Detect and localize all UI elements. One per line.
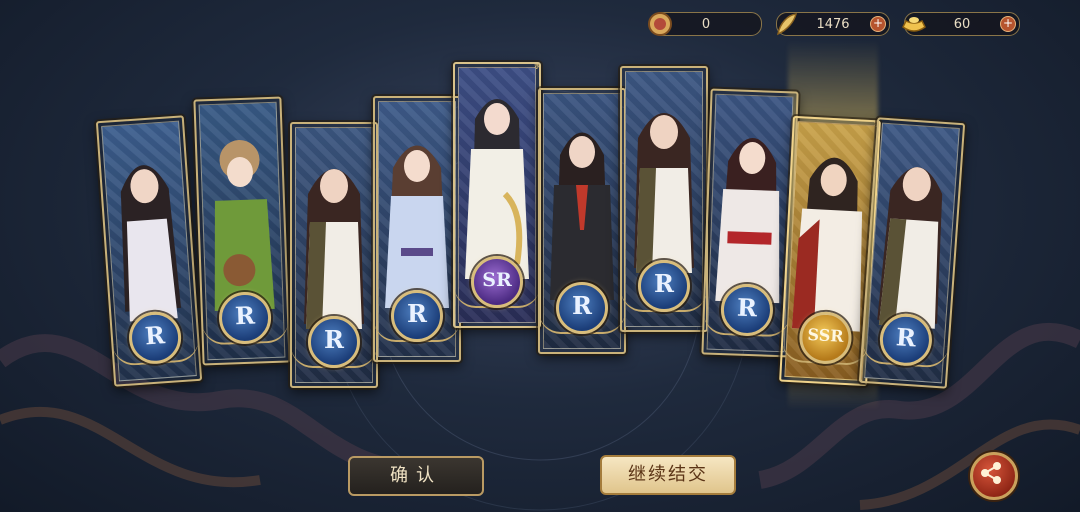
result-card-3[interactable]: R: [290, 122, 378, 388]
result-card-2[interactable]: R: [193, 96, 291, 366]
rarity-badge: SR: [471, 256, 523, 308]
result-card-6[interactable]: R: [538, 88, 626, 354]
result-card-5[interactable]: 新 SR: [453, 62, 541, 328]
rarity-badge: R: [638, 260, 690, 312]
result-card-7[interactable]: R: [620, 66, 708, 332]
share-button[interactable]: [970, 452, 1018, 500]
add-feathers-button[interactable]: +: [870, 16, 886, 32]
rarity-badge: R: [308, 316, 360, 368]
confirm-button[interactable]: 确认: [348, 456, 484, 496]
result-card-10[interactable]: R: [858, 117, 966, 389]
rarity-badge: R: [391, 290, 443, 342]
share-icon: [981, 462, 1001, 484]
new-tag: 新: [534, 64, 539, 72]
resource-ingots: 60 +: [902, 12, 1020, 36]
result-card-4[interactable]: R: [373, 96, 461, 362]
resource-feathers: 1476 +: [776, 12, 890, 36]
coins-value: 0: [701, 16, 711, 32]
rarity-badge: R: [556, 282, 608, 334]
result-card-1[interactable]: R: [95, 115, 203, 387]
add-ingots-button[interactable]: +: [1000, 16, 1016, 32]
resource-coins: 0: [648, 12, 762, 36]
continue-recruit-button[interactable]: 继续结交: [600, 455, 736, 495]
